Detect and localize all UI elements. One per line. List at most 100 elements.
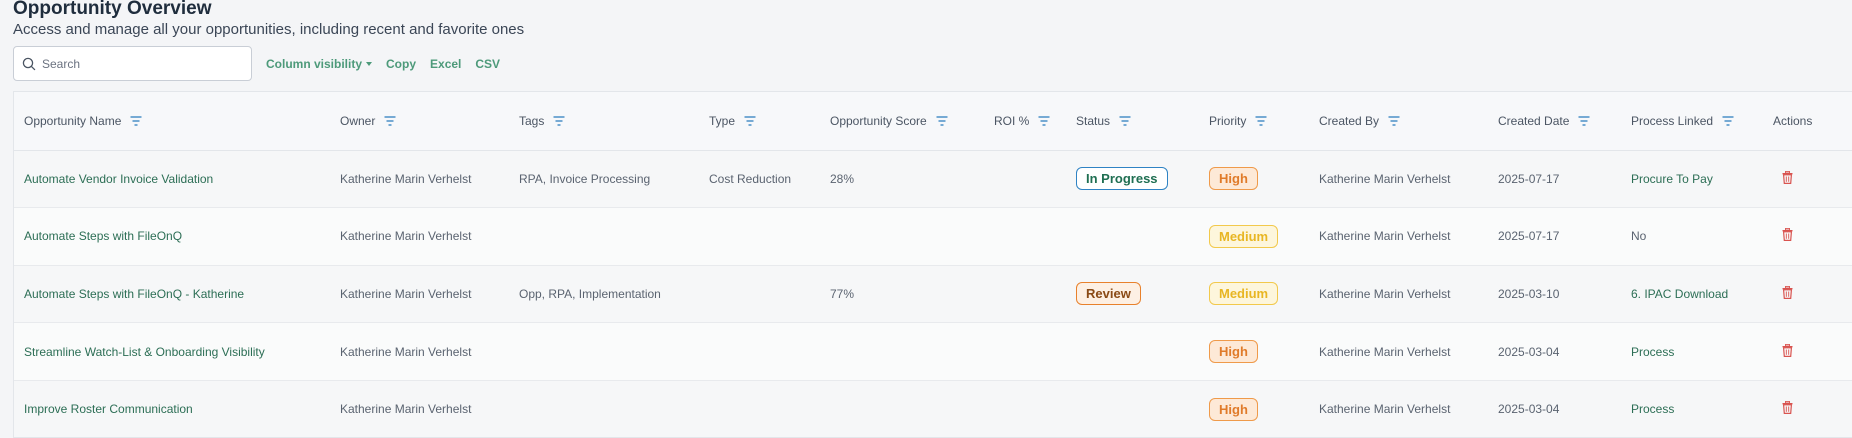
created-by-cell: Katherine Marin Verhelst bbox=[1309, 207, 1488, 266]
column-header-inner: Opportunity Name bbox=[24, 114, 330, 128]
opportunity-name-cell[interactable]: Automate Vendor Invoice Validation bbox=[14, 150, 330, 209]
column-header[interactable]: Opportunity Name bbox=[14, 92, 330, 151]
column-header-inner: ROI % bbox=[994, 114, 1066, 128]
page-title: Opportunity Overview bbox=[13, 0, 212, 19]
table-body: Automate Vendor Invoice Validation Kather… bbox=[14, 150, 1852, 437]
roi-cell bbox=[984, 322, 1066, 381]
column-header-label: Priority bbox=[1209, 113, 1247, 128]
column-header[interactable]: Owner bbox=[330, 92, 509, 151]
status-cell: In Progress bbox=[1066, 150, 1199, 209]
tags-cell bbox=[509, 380, 699, 437]
tags-cell: Opp, RPA, Implementation bbox=[509, 265, 699, 324]
filter-icon[interactable] bbox=[1038, 116, 1050, 126]
priority-badge: Medium bbox=[1209, 282, 1279, 306]
column-header-label: Status bbox=[1076, 113, 1111, 128]
opportunity-name-cell[interactable]: Automate Steps with FileOnQ - Katherine bbox=[14, 265, 330, 324]
table-row[interactable]: Automate Vendor Invoice Validation Kather… bbox=[14, 150, 1852, 209]
column-header-inner: Created Date bbox=[1498, 114, 1621, 128]
search-box[interactable] bbox=[13, 46, 252, 81]
column-visibility-label: Column visibility bbox=[266, 56, 363, 71]
filter-icon[interactable] bbox=[744, 116, 756, 126]
created-by-cell: Katherine Marin Verhelst bbox=[1309, 322, 1488, 381]
created-date-cell: 2025-03-10 bbox=[1488, 265, 1621, 324]
filter-icon[interactable] bbox=[1388, 116, 1400, 126]
process-linked-cell[interactable]: Process bbox=[1621, 380, 1763, 437]
csv-button[interactable]: CSV bbox=[475, 57, 500, 71]
column-header[interactable]: Type bbox=[699, 92, 820, 151]
actions-cell bbox=[1763, 322, 1852, 381]
actions-cell bbox=[1763, 150, 1852, 209]
priority-badge: Medium bbox=[1209, 224, 1279, 248]
process-linked-cell: No bbox=[1621, 207, 1763, 266]
table-row[interactable]: Improve Roster Communication Katherine Ma… bbox=[14, 380, 1852, 437]
type-cell bbox=[699, 265, 820, 324]
status-badge: Review bbox=[1076, 282, 1141, 306]
priority-badge: High bbox=[1209, 167, 1258, 191]
opportunity-name-cell[interactable]: Streamline Watch-List & Onboarding Visib… bbox=[14, 322, 330, 381]
filter-icon[interactable] bbox=[1578, 116, 1590, 126]
filter-icon[interactable] bbox=[384, 116, 396, 126]
type-cell bbox=[699, 380, 820, 437]
score-cell: 28% bbox=[820, 150, 984, 209]
filter-icon[interactable] bbox=[553, 116, 565, 126]
roi-cell bbox=[984, 265, 1066, 324]
column-header-label: Owner bbox=[340, 113, 376, 128]
filter-icon[interactable] bbox=[1255, 116, 1267, 126]
process-linked-cell[interactable]: 6. IPAC Download bbox=[1621, 265, 1763, 324]
trash-icon[interactable] bbox=[1782, 285, 1793, 299]
column-header-label: Tags bbox=[519, 113, 545, 128]
created-date-cell: 2025-07-17 bbox=[1488, 150, 1621, 209]
filter-icon[interactable] bbox=[1722, 116, 1734, 126]
column-header-label: Opportunity Name bbox=[24, 113, 122, 128]
column-header[interactable]: Opportunity Score bbox=[820, 92, 984, 151]
created-date-cell: 2025-03-04 bbox=[1488, 322, 1621, 381]
actions-cell bbox=[1763, 380, 1852, 437]
table-row[interactable]: Automate Steps with FileOnQ Katherine Mar… bbox=[14, 207, 1852, 266]
column-header[interactable]: ROI % bbox=[984, 92, 1066, 151]
table-row[interactable]: Streamline Watch-List & Onboarding Visib… bbox=[14, 322, 1852, 381]
filter-icon[interactable] bbox=[936, 116, 948, 126]
column-header[interactable]: Status bbox=[1066, 92, 1199, 151]
process-linked-cell[interactable]: Procure To Pay bbox=[1621, 150, 1763, 209]
tags-cell bbox=[509, 322, 699, 381]
opportunity-name-cell[interactable]: Automate Steps with FileOnQ bbox=[14, 207, 330, 266]
column-header-label: Process Linked bbox=[1631, 113, 1714, 128]
trash-icon[interactable] bbox=[1782, 401, 1793, 415]
created-by-cell: Katherine Marin Verhelst bbox=[1309, 265, 1488, 324]
score-cell bbox=[820, 207, 984, 266]
search-icon bbox=[22, 57, 36, 70]
priority-cell: Medium bbox=[1199, 207, 1309, 266]
column-header[interactable]: Created By bbox=[1309, 92, 1488, 151]
tags-cell: RPA, Invoice Processing bbox=[509, 150, 699, 209]
column-header-inner: Owner bbox=[340, 114, 509, 128]
column-header[interactable]: Actions bbox=[1763, 92, 1852, 151]
owner-cell: Katherine Marin Verhelst bbox=[330, 265, 509, 324]
copy-button[interactable]: Copy bbox=[386, 57, 416, 71]
filter-icon[interactable] bbox=[130, 116, 142, 126]
page-subtitle: Access and manage all your opportunities… bbox=[13, 21, 525, 38]
column-header[interactable]: Priority bbox=[1199, 92, 1309, 151]
trash-icon[interactable] bbox=[1782, 343, 1793, 357]
column-header[interactable]: Tags bbox=[509, 92, 699, 151]
column-header-inner: Type bbox=[709, 114, 820, 128]
column-header-label: ROI % bbox=[994, 113, 1030, 128]
score-cell: 77% bbox=[820, 265, 984, 324]
opportunity-name-cell[interactable]: Improve Roster Communication bbox=[14, 380, 330, 437]
column-visibility-button[interactable]: Column visibility bbox=[266, 56, 373, 71]
table-row[interactable]: Automate Steps with FileOnQ - Katherine K… bbox=[14, 265, 1852, 324]
status-badge: In Progress bbox=[1076, 167, 1168, 191]
process-linked-cell[interactable]: Process bbox=[1621, 322, 1763, 381]
created-by-cell: Katherine Marin Verhelst bbox=[1309, 380, 1488, 437]
filter-icon[interactable] bbox=[1119, 116, 1131, 126]
column-header[interactable]: Created Date bbox=[1488, 92, 1621, 151]
search-input[interactable] bbox=[42, 56, 242, 71]
trash-icon[interactable] bbox=[1782, 170, 1793, 184]
column-header-inner: Actions bbox=[1773, 114, 1852, 128]
column-header-inner: Status bbox=[1076, 114, 1199, 128]
column-header[interactable]: Process Linked bbox=[1621, 92, 1763, 151]
excel-button[interactable]: Excel bbox=[430, 57, 461, 71]
column-header-inner: Process Linked bbox=[1631, 114, 1763, 128]
opportunities-table: Opportunity Name Owner Tags Type Opportunity… bbox=[13, 91, 1852, 438]
type-cell bbox=[699, 322, 820, 381]
trash-icon[interactable] bbox=[1782, 228, 1793, 242]
